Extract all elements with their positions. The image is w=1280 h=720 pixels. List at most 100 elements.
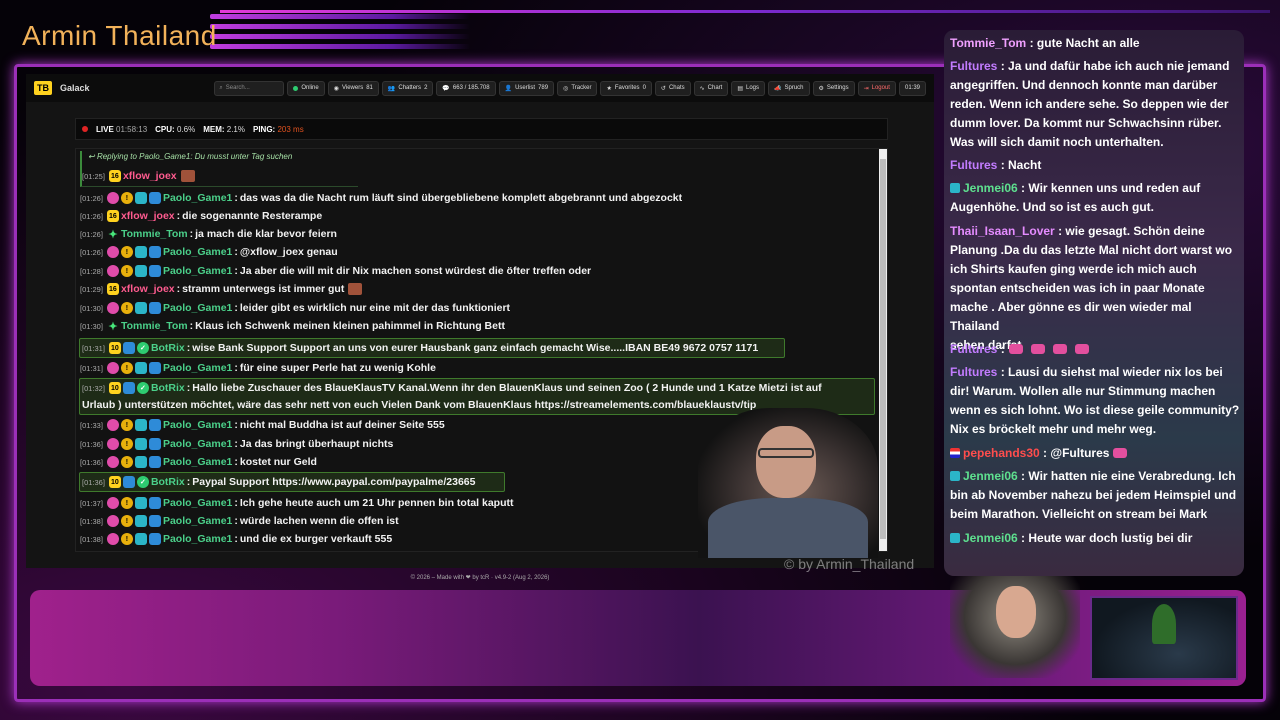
brand-name[interactable]: Galack (60, 83, 90, 93)
gold-badge-icon: ! (120, 192, 133, 204)
logout-icon: ⇥ (863, 85, 869, 92)
viewers-button[interactable]: ◉ Viewers 81 (327, 80, 379, 96)
username[interactable]: Paolo_Game1 (163, 302, 232, 314)
bot-message: [01:36] 10 ✓ BotRix: Paypal Support https… (82, 476, 476, 488)
online-label: Online (301, 85, 319, 91)
tracker-button[interactable]: ◎ Tracker (557, 80, 598, 96)
username[interactable]: Paolo_Game1 (163, 419, 232, 431)
search-icon: ⌕ (219, 84, 223, 91)
username[interactable]: Paolo_Game1 (163, 265, 232, 277)
chat-message: [01:26] ! Paolo_Game1: @xflow_joex genau (80, 246, 338, 258)
scrollbar-thumb[interactable] (880, 159, 886, 539)
userlist-label: Userlist (515, 85, 536, 91)
verified-badge-icon: ✓ (136, 342, 149, 354)
emote-icon (180, 170, 195, 182)
username[interactable]: Paolo_Game1 (163, 438, 232, 450)
star-badge-icon: ✦ (108, 228, 118, 241)
sub-badge-icon: 16 (106, 210, 119, 222)
ping-stat: PING: 203 ms (252, 124, 304, 134)
tracker-label: Tracker (571, 85, 592, 91)
chatters-label: Chatters (398, 85, 422, 91)
chat-message: [01:26] 16 xflow_joex: die sogenannte Re… (80, 210, 323, 222)
chat-message: [01:38] ! Paolo_Game1: und die ex burger… (80, 533, 393, 545)
spruch-label: Spruch (784, 85, 804, 91)
gear-icon: ⚙ (818, 85, 824, 92)
search-placeholder: Search... (225, 85, 250, 91)
chat-message: [01:26] ✦ Tommie_Tom: ja mach die klar b… (80, 228, 337, 241)
username[interactable]: Paolo_Game1 (163, 515, 232, 527)
cpu-stat: CPU: 0.6% (155, 124, 196, 134)
username[interactable]: Tommie_Tom (121, 320, 188, 332)
messages-count: 663 / 185.708 (452, 85, 490, 91)
webcam-person-body (708, 498, 868, 558)
logout-label: Logout (871, 85, 890, 91)
message-icon: 💬 (442, 85, 450, 92)
username[interactable]: Paolo_Game1 (163, 246, 232, 258)
side-chat-message: Fultures : Lausi du siehst mal wieder ni… (950, 365, 1240, 436)
sub-badge-icon: 16 (108, 170, 121, 182)
chat-message: [01:36] ! Paolo_Game1: kostet nur Geld (80, 456, 317, 468)
chat-message: [01:38] ! Paolo_Game1: würde lachen wenn… (80, 515, 399, 527)
username[interactable]: BotRix (151, 342, 185, 354)
streamer-webcam (698, 408, 878, 558)
history-icon: ↺ (660, 85, 666, 92)
logout-button[interactable]: ⇥ Logout (857, 80, 896, 96)
guest-webcam (950, 576, 1080, 678)
live-indicator-icon (82, 126, 88, 132)
favorites-button[interactable]: ★ Favorites 0 (600, 80, 652, 96)
logs-button[interactable]: ▤ Logs (731, 80, 766, 96)
chat-message: [01:36] ! Paolo_Game1: Ja das bringt übe… (80, 438, 394, 450)
reply-text: ↩ Replying to Paolo_Game1: Du musst unte… (88, 152, 293, 161)
chat-message: [01:29] 16 xflow_joex: stramm unterwegs … (80, 280, 363, 298)
nav-buttons: ⌕ Search... Online ◉ Viewers 81 👥 Chatters 2 … (214, 80, 926, 96)
status-bar: LIVE 01:58:13 CPU: 0.6% MEM: 2.1% PING: … (75, 118, 888, 140)
side-chat-message: pepehands30 : @Fultures (950, 444, 1131, 463)
arrow-badge-icon (148, 192, 161, 204)
clock: 01:39 (898, 80, 926, 96)
thai-flag-icon (950, 448, 960, 458)
username[interactable]: BotRix (151, 476, 185, 488)
username[interactable]: Paolo_Game1 (163, 192, 232, 204)
emote-icon (1030, 344, 1045, 354)
guest-face (996, 586, 1036, 638)
username[interactable]: Paolo_Game1 (163, 497, 232, 509)
settings-button[interactable]: ⚙ Settings (812, 80, 855, 96)
search-input[interactable]: ⌕ Search... (214, 80, 285, 96)
bot-message: [01:31] 10 ✓ BotRix: wise Bank Support Su… (82, 342, 759, 354)
target-icon: ◎ (563, 85, 569, 92)
chat-message: [01:26] ! Paolo_Game1: das was da die Na… (80, 192, 683, 204)
chat-message: [01:33] ! Paolo_Game1: nicht mal Buddha … (80, 419, 445, 431)
username[interactable]: BotRix (151, 382, 185, 394)
messages-button[interactable]: 💬 663 / 185.708 (436, 80, 496, 96)
brand-logo-icon: TB (34, 81, 52, 95)
chart-label: Chart (707, 85, 723, 91)
userlist-count: 789 (538, 85, 549, 91)
online-button[interactable]: Online (287, 80, 325, 96)
emote-icon (1008, 344, 1023, 354)
chatters-button[interactable]: 👥 Chatters 2 (381, 80, 434, 96)
username[interactable]: xflow_joex (121, 283, 175, 295)
chat-scrollbar[interactable] (879, 149, 887, 551)
webcam-person-face (756, 426, 816, 498)
live-label: LIVE 01:58:13 (96, 124, 148, 134)
room-plant (1152, 604, 1176, 644)
chat-message: [01:28] ! Paolo_Game1: Ja aber die will … (80, 265, 592, 277)
settings-label: Settings (826, 85, 849, 91)
username[interactable]: Paolo_Game1 (163, 456, 232, 468)
mem-stat: MEM: 2.1% (203, 124, 245, 134)
chats-label: Chats (668, 85, 685, 91)
megaphone-icon: 📣 (774, 85, 782, 92)
spruch-button[interactable]: 📣 Spruch (768, 80, 810, 96)
username[interactable]: Paolo_Game1 (163, 533, 232, 545)
username[interactable]: xflow_joex (123, 170, 177, 182)
side-chat-message: Fultures : Ja und dafür habe ich auch ni… (950, 59, 1230, 149)
username[interactable]: Tommie_Tom (121, 228, 188, 240)
chart-button[interactable]: ∿ Chart (693, 80, 729, 96)
side-chat-message: Jenmei06 : Wir kennen uns und reden auf … (950, 181, 1201, 214)
channel-title: Armin Thailand (22, 20, 217, 51)
username[interactable]: xflow_joex (121, 210, 175, 222)
userlist-button[interactable]: 👤 Userlist 789 (498, 80, 555, 96)
username[interactable]: Paolo_Game1 (163, 362, 232, 374)
side-chat-message: Jenmei06 : Wir hatten nie eine Verabredu… (950, 469, 1237, 521)
chats-button[interactable]: ↺ Chats (654, 80, 691, 96)
